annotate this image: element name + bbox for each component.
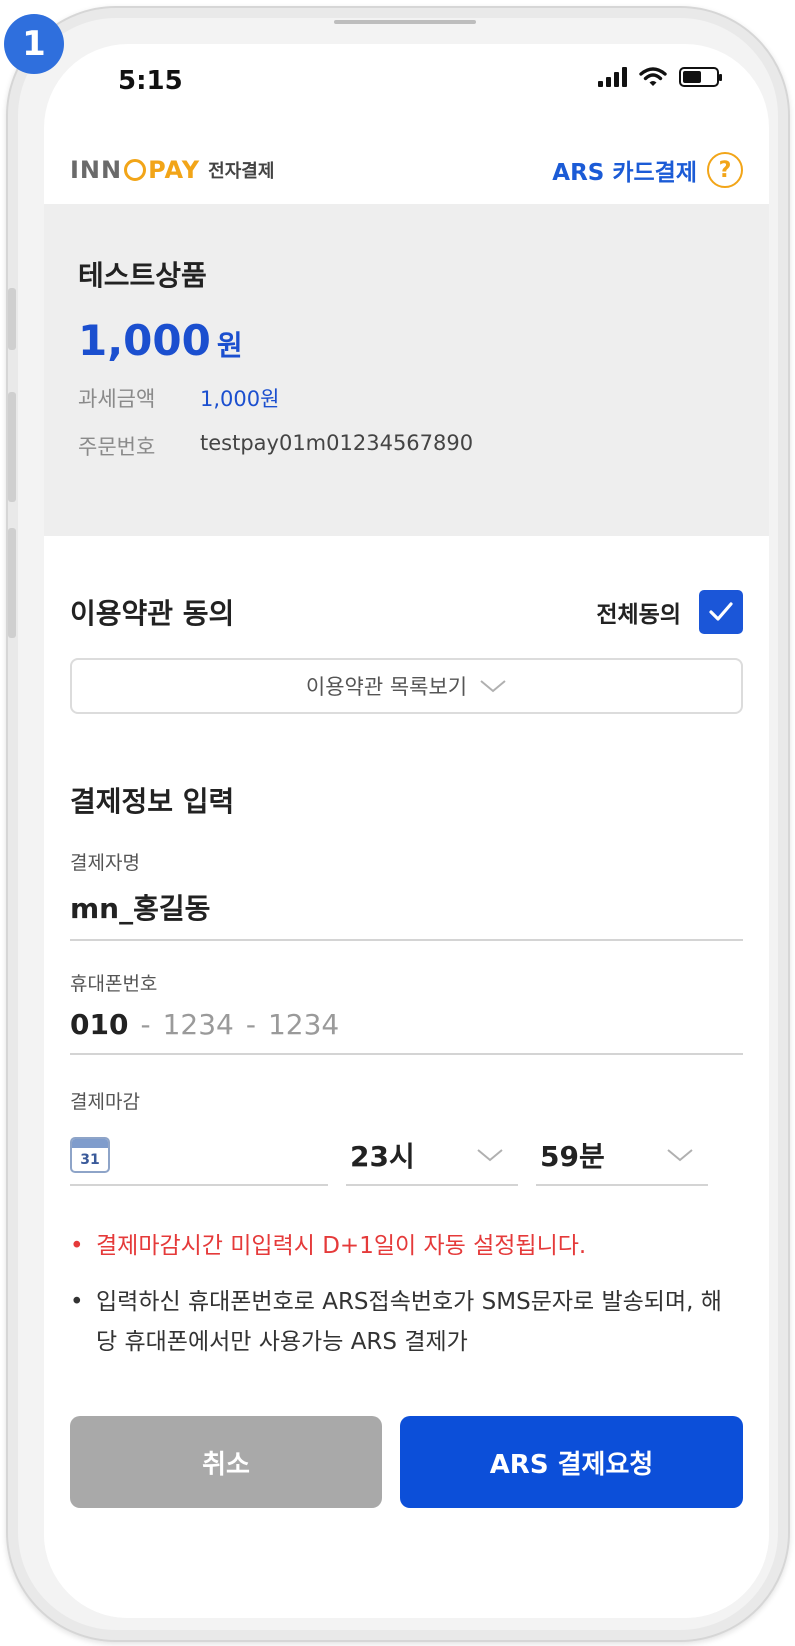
payer-name-label: 결제자명 (70, 852, 140, 874)
tax-amount-value: 1,000원 (200, 387, 280, 411)
help-icon[interactable]: ? (707, 152, 743, 188)
tax-amount-row: 과세금액 1,000원 (78, 383, 735, 413)
side-button (8, 392, 16, 502)
phone-prefix-select[interactable]: 010 (70, 1008, 128, 1041)
phone-middle-input[interactable]: 1234 (163, 1008, 234, 1041)
notice-list: 결제마감시간 미입력시 D+1일이 자동 설정됩니다. 입력하신 휴대폰번호로 … (70, 1226, 743, 1362)
product-summary: 테스트상품 1,000 원 과세금액 1,000원 주문번호 testpay01… (44, 204, 769, 536)
phone-last-input[interactable]: 1234 (268, 1008, 339, 1041)
app-header: INN PAY 전자결제 ARS 카드결제 ? (44, 134, 769, 206)
phone-number-inputs: 010 - 1234 - 1234 (70, 1008, 743, 1041)
payer-name-field[interactable]: 결제자명 mn_홍길동 (70, 848, 743, 941)
ars-payment-request-button[interactable]: ARS 결제요청 (400, 1416, 743, 1508)
deadline-minute-value: 59분 (540, 1140, 605, 1173)
lightbulb-icon (124, 159, 147, 181)
cellular-signal-icon (598, 67, 627, 87)
product-price: 1,000 원 (78, 316, 735, 365)
logo-text-pay: PAY (148, 156, 201, 184)
chevron-down-icon (480, 680, 506, 693)
bottom-action-bar: 취소 ARS 결제요청 (44, 1388, 769, 1618)
step-badge: 1 (4, 14, 64, 74)
deadline-minute-select[interactable]: 59분 (536, 1126, 708, 1186)
logo-subtitle: 전자결제 (208, 161, 275, 182)
status-time: 5:15 (118, 66, 183, 96)
terms-header: 이용약관 동의 전체동의 (70, 590, 743, 634)
cancel-button[interactable]: 취소 (70, 1416, 382, 1508)
payer-name-input[interactable]: mn_홍길동 (70, 887, 743, 927)
status-icons (598, 66, 722, 88)
checkmark-icon (709, 602, 733, 621)
deadline-row: 31 23시 59분 (70, 1126, 743, 1186)
screen: 5:15 INN PAY 전자결제 ARS 카드결제 ? 테스트상품 1,000… (44, 44, 769, 1618)
agree-all-toggle[interactable]: 전체동의 (596, 590, 743, 634)
notice-item-sms: 입력하신 휴대폰번호로 ARS접속번호가 SMS문자로 발송되며, 해당 휴대폰… (70, 1282, 743, 1362)
order-number-value: testpay01m01234567890 (200, 431, 474, 455)
notice-item-deadline: 결제마감시간 미입력시 D+1일이 자동 설정됩니다. (70, 1226, 743, 1266)
order-number-row: 주문번호 testpay01m01234567890 (78, 431, 735, 461)
innopay-logo: INN PAY 전자결제 (70, 156, 274, 184)
phone-frame: 5:15 INN PAY 전자결제 ARS 카드결제 ? 테스트상품 1,000… (6, 6, 790, 1642)
price-unit: 원 (216, 329, 243, 362)
phone-number-field: 휴대폰번호 010 - 1234 - 1234 (70, 969, 743, 1055)
battery-icon (679, 67, 722, 87)
deadline-hour-value: 23시 (350, 1140, 415, 1173)
agree-all-checkbox[interactable] (699, 590, 743, 634)
terms-title: 이용약관 동의 (70, 597, 235, 630)
payment-info-title: 결제정보 입력 (70, 785, 235, 818)
terms-list-label: 이용약관 목록보기 (305, 675, 468, 699)
chevron-down-icon (477, 1149, 503, 1162)
price-amount: 1,000 (78, 316, 211, 365)
deadline-date-picker[interactable]: 31 (70, 1126, 328, 1186)
order-number-label: 주문번호 (78, 435, 156, 459)
product-name: 테스트상품 (78, 259, 207, 292)
deadline-label: 결제마감 (70, 1091, 140, 1113)
terms-list-button[interactable]: 이용약관 목록보기 (70, 658, 743, 714)
phone-number-label: 휴대폰번호 (70, 973, 158, 995)
phone-separator: - (140, 1008, 151, 1041)
side-button (8, 288, 16, 350)
main-content: 이용약관 동의 전체동의 이용약관 목록보기 결제정보 입력 결제자명 mn_홍… (44, 536, 769, 1362)
tax-amount-label: 과세금액 (78, 387, 156, 411)
calendar-icon[interactable]: 31 (70, 1137, 110, 1173)
page-title: ARS 카드결제 (552, 160, 697, 186)
side-button (8, 528, 16, 638)
phone-separator: - (245, 1008, 256, 1041)
chevron-down-icon (667, 1149, 693, 1162)
wifi-icon (639, 67, 667, 86)
page-title-group: ARS 카드결제 ? (552, 152, 743, 188)
logo-text-inn: INN (70, 156, 123, 184)
speaker-notch (334, 20, 476, 24)
deadline-hour-select[interactable]: 23시 (346, 1126, 518, 1186)
agree-all-label: 전체동의 (596, 602, 681, 628)
